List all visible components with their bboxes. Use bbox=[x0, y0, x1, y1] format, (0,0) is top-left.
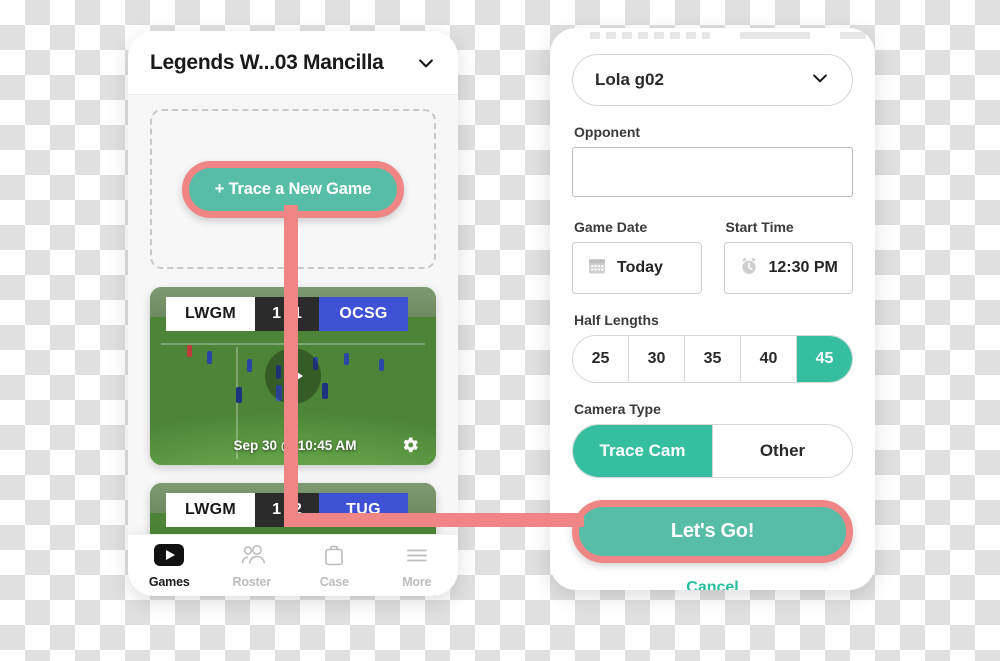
start-time-label: Start Time bbox=[725, 219, 794, 235]
camera-type-segmented-control: Trace Cam Other bbox=[572, 424, 853, 478]
away-score: 2 bbox=[293, 501, 302, 518]
game-card[interactable]: LWGM 1 1 OCSG Sep 30 @ 10:45 AM bbox=[150, 287, 436, 465]
camera-type-option-other[interactable]: Other bbox=[713, 425, 852, 477]
gear-icon[interactable] bbox=[400, 435, 420, 455]
away-score: 1 bbox=[293, 305, 302, 322]
player-marker bbox=[344, 353, 350, 365]
half-length-option-45[interactable]: 45 bbox=[797, 336, 852, 382]
home-score: 1 bbox=[272, 305, 281, 322]
start-time-field[interactable]: 12:30 PM bbox=[723, 242, 853, 294]
briefcase-icon bbox=[319, 544, 349, 571]
left-panel-body: + Trace a New Game LWGM 1 1 OCSG Sep 30 … bbox=[128, 95, 458, 596]
calendar-icon bbox=[587, 256, 607, 281]
left-phone-panel: Legends W...03 Mancilla + Trace a New Ga… bbox=[128, 31, 458, 596]
nav-label-case: Case bbox=[319, 575, 349, 589]
half-lengths-segmented-control: 25 30 35 40 45 bbox=[572, 335, 853, 383]
lets-go-highlight: Let's Go! bbox=[572, 500, 853, 563]
scoreboard: LWGM 1 1 OCSG bbox=[150, 297, 436, 331]
clipped-header-remnant bbox=[840, 32, 866, 39]
nav-item-case[interactable]: Case bbox=[293, 535, 376, 596]
home-score: 1 bbox=[272, 501, 281, 518]
opponent-input[interactable] bbox=[572, 147, 853, 197]
player-marker bbox=[207, 351, 213, 364]
right-phone-panel: Lola g02 Opponent Game Date Today Start … bbox=[550, 28, 875, 590]
left-panel-header: Legends W...03 Mancilla bbox=[128, 31, 458, 95]
team-select-dropdown[interactable]: Lola g02 bbox=[572, 54, 853, 106]
half-length-option-30[interactable]: 30 bbox=[629, 336, 685, 382]
nav-label-roster: Roster bbox=[232, 575, 272, 589]
clipped-header-remnant bbox=[590, 32, 710, 39]
lets-go-button[interactable]: Let's Go! bbox=[579, 507, 846, 556]
play-icon[interactable] bbox=[265, 348, 321, 404]
nav-item-roster[interactable]: Roster bbox=[211, 535, 294, 596]
play-icon bbox=[154, 544, 185, 571]
game-date-value: Today bbox=[617, 259, 663, 276]
start-time-value: 12:30 PM bbox=[768, 259, 838, 276]
half-lengths-label: Half Lengths bbox=[574, 312, 659, 328]
score: 1 1 bbox=[254, 297, 320, 331]
game-card-footer: Sep 30 @ 10:45 AM bbox=[150, 435, 436, 455]
nav-item-more[interactable]: More bbox=[376, 535, 459, 596]
chevron-down-icon[interactable] bbox=[416, 53, 436, 73]
team-select-value: Lola g02 bbox=[595, 70, 664, 89]
new-game-dropzone: + Trace a New Game bbox=[150, 109, 436, 269]
people-icon bbox=[237, 544, 267, 571]
home-team-name: LWGM bbox=[166, 297, 255, 331]
page-title: Legends W...03 Mancilla bbox=[150, 50, 384, 74]
alarm-clock-icon bbox=[739, 256, 759, 281]
hamburger-icon bbox=[402, 544, 432, 571]
player-marker bbox=[235, 387, 242, 403]
half-length-option-35[interactable]: 35 bbox=[685, 336, 741, 382]
away-team-name: OCSG bbox=[319, 297, 408, 331]
camera-type-option-trace-cam[interactable]: Trace Cam bbox=[573, 425, 713, 477]
trace-new-game-button[interactable]: + Trace a New Game bbox=[188, 167, 398, 211]
player-marker bbox=[378, 359, 384, 371]
home-team-name: LWGM bbox=[166, 493, 255, 527]
away-team-name: TUG bbox=[319, 493, 408, 527]
cancel-link[interactable]: Cancel bbox=[572, 579, 853, 590]
game-date-field[interactable]: Today bbox=[572, 242, 702, 294]
nav-label-games: Games bbox=[148, 575, 190, 589]
player-marker bbox=[321, 383, 328, 399]
camera-type-label: Camera Type bbox=[574, 401, 661, 417]
clipped-header-remnant bbox=[740, 32, 810, 39]
nav-label-more: More bbox=[402, 575, 432, 589]
chevron-down-icon bbox=[810, 68, 830, 93]
game-date-label: Game Date bbox=[574, 219, 648, 235]
score: 1 2 bbox=[254, 493, 320, 527]
pitch-line bbox=[161, 343, 425, 345]
scoreboard: LWGM 1 2 TUG bbox=[150, 493, 436, 527]
game-timestamp: Sep 30 @ 10:45 AM bbox=[233, 437, 357, 453]
nav-item-games[interactable]: Games bbox=[128, 535, 211, 596]
opponent-label: Opponent bbox=[574, 124, 641, 140]
half-length-option-25[interactable]: 25 bbox=[573, 336, 629, 382]
player-marker bbox=[187, 345, 193, 357]
half-length-option-40[interactable]: 40 bbox=[741, 336, 797, 382]
player-marker bbox=[247, 359, 253, 372]
bottom-navigation: Games Roster Case More bbox=[128, 534, 458, 596]
trace-new-game-highlight: + Trace a New Game bbox=[181, 160, 405, 218]
